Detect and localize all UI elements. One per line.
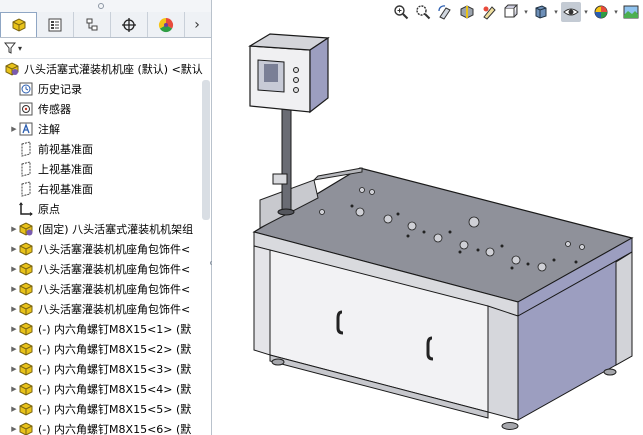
annotation-icon bbox=[18, 121, 34, 137]
tree-item-component[interactable]: ▶ (-) 内六角螺钉M8X15<2> (默 bbox=[0, 339, 211, 359]
plane-icon bbox=[18, 141, 34, 157]
part-icon bbox=[18, 381, 34, 397]
tree-item-component[interactable]: ▶ (-) 内六角螺钉M8X15<5> (默 bbox=[0, 399, 211, 419]
expand-arrow-icon[interactable]: ▶ bbox=[10, 125, 18, 133]
expand-arrow-icon[interactable]: ▶ bbox=[10, 345, 18, 353]
tree-item-sensors[interactable]: 传感器 bbox=[0, 99, 211, 119]
tree-item-label: (-) 内六角螺钉M8X15<4> (默 bbox=[38, 383, 192, 396]
tree-item-component[interactable]: ▶ (-) 内六角螺钉M8X15<1> (默 bbox=[0, 319, 211, 339]
part-icon bbox=[18, 341, 34, 357]
tree-item-component[interactable]: ▶ 八头活塞灌装机机座角包饰件< bbox=[0, 239, 211, 259]
expand-arrow-icon[interactable]: ▶ bbox=[10, 405, 18, 413]
tree-item-component[interactable]: ▶ 八头活塞灌装机机座角包饰件< bbox=[0, 259, 211, 279]
tree-item-label: (-) 内六角螺钉M8X15<5> (默 bbox=[38, 403, 192, 416]
tab-dimxpert-manager[interactable] bbox=[111, 12, 148, 37]
tree-item-component[interactable]: ▶ (-) 内六角螺钉M8X15<4> (默 bbox=[0, 379, 211, 399]
tree-item-label: 八头活塞灌装机机座角包饰件< bbox=[38, 263, 191, 276]
part-icon bbox=[18, 361, 34, 377]
plane-icon bbox=[18, 181, 34, 197]
tree-item-label: 前视基准面 bbox=[38, 143, 93, 156]
tab-property-manager[interactable] bbox=[37, 12, 74, 37]
part-icon bbox=[18, 281, 34, 297]
filter-dropdown-arrow: ▾ bbox=[18, 43, 23, 53]
tree-item-label: 八头活塞灌装机机座角包饰件< bbox=[38, 303, 191, 316]
tree-item-component[interactable]: ▶ 八头活塞灌装机机座角包饰件< bbox=[0, 299, 211, 319]
configuration-icon bbox=[86, 18, 98, 30]
tree-item-front-plane[interactable]: 前视基准面 bbox=[0, 139, 211, 159]
tree-item-label: 右视基准面 bbox=[38, 183, 93, 196]
tree-item-label: 原点 bbox=[38, 203, 60, 216]
tree-item-label: (-) 内六角螺钉M8X15<2> (默 bbox=[38, 343, 192, 356]
assembly-icon bbox=[4, 61, 20, 77]
part-icon bbox=[18, 301, 34, 317]
component-icon bbox=[18, 221, 34, 237]
tree-root[interactable]: 八头活塞式灌装机机座 (默认) <默认 bbox=[0, 59, 211, 79]
expand-arrow-icon[interactable]: ▶ bbox=[10, 365, 18, 373]
tree-item-label: (-) 内六角螺钉M8X15<3> (默 bbox=[38, 363, 192, 376]
plane-icon bbox=[18, 161, 34, 177]
part-icon bbox=[18, 401, 34, 417]
tree-root-label: 八头活塞式灌装机机座 (默认) <默认 bbox=[24, 63, 203, 76]
origin-icon bbox=[18, 201, 34, 217]
tree-item-label: 八头活塞灌装机机座角包饰件< bbox=[38, 243, 191, 256]
tree-item-origin[interactable]: 原点 bbox=[0, 199, 211, 219]
tree-item-component[interactable]: ▶ 八头活塞灌装机机座角包饰件< bbox=[0, 279, 211, 299]
part-icon bbox=[18, 261, 34, 277]
tree-scrollbar[interactable] bbox=[202, 80, 210, 220]
expand-arrow-icon[interactable]: ▶ bbox=[10, 225, 18, 233]
expand-arrow-icon[interactable]: ▶ bbox=[10, 425, 18, 433]
tabs-more-button[interactable]: › bbox=[185, 12, 209, 37]
tree-item-top-plane[interactable]: 上视基准面 bbox=[0, 159, 211, 179]
model-viewport[interactable] bbox=[212, 0, 643, 435]
tab-configuration-manager[interactable] bbox=[74, 12, 111, 37]
expand-arrow-icon[interactable]: ▶ bbox=[10, 385, 18, 393]
expand-arrow-icon[interactable]: ▶ bbox=[10, 305, 18, 313]
tree-item-history[interactable]: 历史记录 bbox=[0, 79, 211, 99]
expand-arrow-icon[interactable]: ▶ bbox=[10, 325, 18, 333]
crosshair-icon bbox=[122, 17, 136, 32]
tab-display-manager[interactable] bbox=[148, 12, 185, 37]
tree-item-annotations[interactable]: ▶ 注解 bbox=[0, 119, 211, 139]
tree-item-label: 八头活塞灌装机机座角包饰件< bbox=[38, 283, 191, 296]
tree-item-right-plane[interactable]: 右视基准面 bbox=[0, 179, 211, 199]
tree-item-component[interactable]: ▶ (-) 内六角螺钉M8X15<3> (默 bbox=[0, 359, 211, 379]
tree-item-label: 注解 bbox=[38, 123, 60, 136]
tree-item-component[interactable]: ▶ (固定) 八头活塞式灌装机机架组 bbox=[0, 219, 211, 239]
tree-item-label: 上视基准面 bbox=[38, 163, 93, 176]
part-icon bbox=[18, 321, 34, 337]
sensor-icon bbox=[18, 101, 34, 117]
tree-item-label: (-) 内六角螺钉M8X15<1> (默 bbox=[38, 323, 192, 336]
feature-tree: 八头活塞式灌装机机座 (默认) <默认 历史记录 传感器 ▶ 注解 前视基准面 … bbox=[0, 59, 211, 435]
model-machine-base bbox=[252, 167, 634, 430]
expand-arrow-icon[interactable]: ▶ bbox=[10, 285, 18, 293]
graphics-area[interactable]: ▾ ▾ ▾ ▾ bbox=[212, 0, 643, 435]
model-control-box bbox=[248, 33, 330, 216]
part-icon bbox=[18, 241, 34, 257]
expand-arrow-icon[interactable]: ▶ bbox=[10, 245, 18, 253]
tree-item-component[interactable]: ▶ (-) 内六角螺钉M8X15<6> (默 bbox=[0, 419, 211, 435]
filter-icon bbox=[4, 42, 16, 54]
tree-item-label: 历史记录 bbox=[38, 83, 82, 96]
manager-tabs: › bbox=[0, 12, 211, 38]
tab-feature-manager[interactable] bbox=[0, 12, 37, 37]
tree-filter[interactable]: ▾ bbox=[0, 38, 211, 59]
feature-manager-panel: › ▾ 八头活塞式灌装机机座 (默认) <默认 历史记录 传感器 ▶ 注解 前视… bbox=[0, 0, 212, 435]
expand-arrow-icon[interactable]: ▶ bbox=[10, 265, 18, 273]
tree-item-label: (-) 内六角螺钉M8X15<6> (默 bbox=[38, 423, 192, 435]
feature-tree-icon bbox=[12, 18, 25, 32]
part-icon bbox=[18, 421, 34, 435]
tree-item-label: 传感器 bbox=[38, 103, 71, 116]
panel-grip[interactable] bbox=[0, 0, 211, 12]
color-wheel-icon bbox=[158, 17, 174, 32]
history-icon bbox=[18, 81, 34, 97]
property-list-icon bbox=[48, 18, 62, 31]
tree-item-label: (固定) 八头活塞式灌装机机架组 bbox=[38, 223, 194, 236]
